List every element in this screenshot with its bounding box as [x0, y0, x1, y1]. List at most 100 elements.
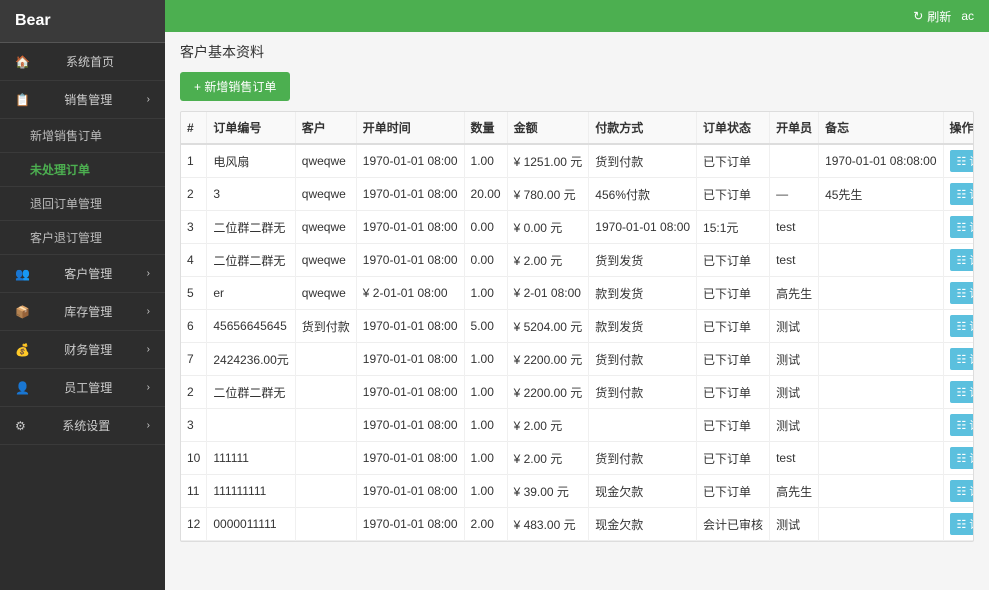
sidebar-sub-label: 客户退订管理 — [30, 231, 102, 245]
detail-button[interactable]: ☷ 详情 — [950, 447, 974, 469]
table-actions-cell: ☷ 详情✎ 修改🗑 删除 — [943, 343, 974, 376]
table-cell: 货到付款 — [589, 376, 697, 409]
table-col-header: 客户 — [295, 112, 356, 144]
table-cell — [295, 376, 356, 409]
table-cell: 1970-01-01 08:00 — [356, 211, 464, 244]
sidebar-item-settings[interactable]: ⚙ 系统设置 › — [0, 407, 165, 445]
table-cell — [295, 508, 356, 541]
table-cell: 测试 — [770, 343, 819, 376]
orders-table: #订单编号客户开单时间数量金额付款方式订单状态开单员备忘操作 1电风扇qweqw… — [181, 112, 974, 541]
table-cell: 1970-01-01 08:00 — [356, 144, 464, 178]
table-cell: 10 — [181, 442, 207, 475]
table-cell: 2 — [181, 178, 207, 211]
table-cell: 已下订单 — [697, 343, 770, 376]
table-cell: 二位群二群无 — [207, 376, 295, 409]
sidebar-item-label: 员工管理 — [64, 379, 112, 396]
customer-icon: 👥 — [15, 267, 30, 281]
table-cell: 现金欠款 — [589, 508, 697, 541]
sidebar-item-customer[interactable]: 👥 客户管理 › — [0, 255, 165, 293]
table-cell: ¥ 0.00 元 — [507, 211, 589, 244]
sidebar-item-employee[interactable]: 👤 员工管理 › — [0, 369, 165, 407]
chevron-right-icon: › — [147, 268, 150, 279]
sidebar-sub-item-cancel-order[interactable]: 客户退订管理 — [0, 221, 165, 255]
content-area: 客户基本资料 + 新增销售订单 #订单编号客户开单时间数量金额付款方式订单状态开… — [165, 32, 989, 590]
table-cell: 已下订单 — [697, 310, 770, 343]
add-order-button[interactable]: + 新增销售订单 — [180, 72, 290, 101]
table-cell: ¥ 2.00 元 — [507, 244, 589, 277]
detail-button[interactable]: ☷ 详情 — [950, 249, 974, 271]
refresh-button[interactable]: ↻ 刷新 — [913, 8, 951, 25]
table-cell: 5 — [181, 277, 207, 310]
table-cell: 1970-01-01 08:00 — [356, 475, 464, 508]
chevron-right-icon: › — [147, 94, 150, 105]
sidebar-sub-item-pending-order[interactable]: 未处理订单 — [0, 153, 165, 187]
table-cell: 12 — [181, 508, 207, 541]
finance-icon: 💰 — [15, 343, 30, 357]
table-cell — [295, 409, 356, 442]
chevron-right-icon: › — [147, 306, 150, 317]
detail-button[interactable]: ☷ 详情 — [950, 348, 974, 370]
sidebar-item-home[interactable]: 🏠 系统首页 — [0, 43, 165, 81]
sidebar-item-label: 销售管理 — [64, 91, 112, 108]
table-row: 1200000111111970-01-01 08:002.00¥ 483.00… — [181, 508, 974, 541]
detail-button[interactable]: ☷ 详情 — [950, 216, 974, 238]
table-cell: 1.00 — [464, 376, 507, 409]
refresh-icon: ↻ — [913, 9, 923, 23]
table-cell — [819, 343, 943, 376]
table-cell — [819, 211, 943, 244]
detail-button[interactable]: ☷ 详情 — [950, 513, 974, 535]
table-cell: 1.00 — [464, 277, 507, 310]
table-cell: 0000011111 — [207, 508, 295, 541]
table-cell: 已下订单 — [697, 277, 770, 310]
table-actions-cell: ☷ 详情✎ 修改🗑 删除 — [943, 277, 974, 310]
table-cell: 电风扇 — [207, 144, 295, 178]
table-cell — [819, 508, 943, 541]
sidebar-item-sales[interactable]: 📋 销售管理 › — [0, 81, 165, 119]
table-col-header: 金额 — [507, 112, 589, 144]
table-cell: 0.00 — [464, 244, 507, 277]
detail-button[interactable]: ☷ 详情 — [950, 150, 974, 172]
table-actions-cell: ☷ 详情✎ 修改🗑 删除 — [943, 508, 974, 541]
settings-icon: ⚙ — [15, 419, 26, 433]
table-cell: 6 — [181, 310, 207, 343]
table-cell: 款到发货 — [589, 277, 697, 310]
detail-button[interactable]: ☷ 详情 — [950, 183, 974, 205]
sidebar-sub-item-return-order[interactable]: 退回订单管理 — [0, 187, 165, 221]
home-icon: 🏠 — [15, 55, 30, 69]
table-cell — [207, 409, 295, 442]
table-cell — [819, 409, 943, 442]
table-row: 111111111111970-01-01 08:001.00¥ 39.00 元… — [181, 475, 974, 508]
table-cell: 款到发货 — [589, 310, 697, 343]
table-cell: ¥ 39.00 元 — [507, 475, 589, 508]
table-cell: 现金欠款 — [589, 475, 697, 508]
table-cell: ¥ 1251.00 元 — [507, 144, 589, 178]
refresh-label: 刷新 — [927, 8, 951, 25]
table-cell: 1970-01-01 08:00 — [356, 310, 464, 343]
sidebar-sub-label: 退回订单管理 — [30, 197, 102, 211]
page-title: 客户基本资料 — [180, 42, 974, 62]
sidebar-item-label: 财务管理 — [64, 341, 112, 358]
table-cell: 货到付款 — [589, 144, 697, 178]
table-cell: 货到付款 — [589, 442, 697, 475]
table-cell: 3 — [207, 178, 295, 211]
table-actions-cell: ☷ 详情✎ 修改🗑 删除 — [943, 376, 974, 409]
detail-button[interactable]: ☷ 详情 — [950, 480, 974, 502]
table-row: 101111111970-01-01 08:001.00¥ 2.00 元货到付款… — [181, 442, 974, 475]
table-cell: 1970-01-01 08:00 — [589, 211, 697, 244]
table-cell: 二位群二群无 — [207, 211, 295, 244]
sidebar-sub-item-new-order[interactable]: 新增销售订单 — [0, 119, 165, 153]
table-row: 23qweqwe1970-01-01 08:0020.00¥ 780.00 元4… — [181, 178, 974, 211]
detail-button[interactable]: ☷ 详情 — [950, 381, 974, 403]
table-row: 645656645645货到付款1970-01-01 08:005.00¥ 52… — [181, 310, 974, 343]
sidebar-item-inventory[interactable]: 📦 库存管理 › — [0, 293, 165, 331]
table-cell: qweqwe — [295, 277, 356, 310]
detail-button[interactable]: ☷ 详情 — [950, 315, 974, 337]
sidebar-item-finance[interactable]: 💰 财务管理 › — [0, 331, 165, 369]
table-cell: 1 — [181, 144, 207, 178]
table-cell: 1.00 — [464, 409, 507, 442]
detail-button[interactable]: ☷ 详情 — [950, 282, 974, 304]
table-cell: 7 — [181, 343, 207, 376]
detail-button[interactable]: ☷ 详情 — [950, 414, 974, 436]
table-cell: ¥ 2-01 08:00 — [507, 277, 589, 310]
table-cell: 1970-01-01 08:00 — [356, 244, 464, 277]
